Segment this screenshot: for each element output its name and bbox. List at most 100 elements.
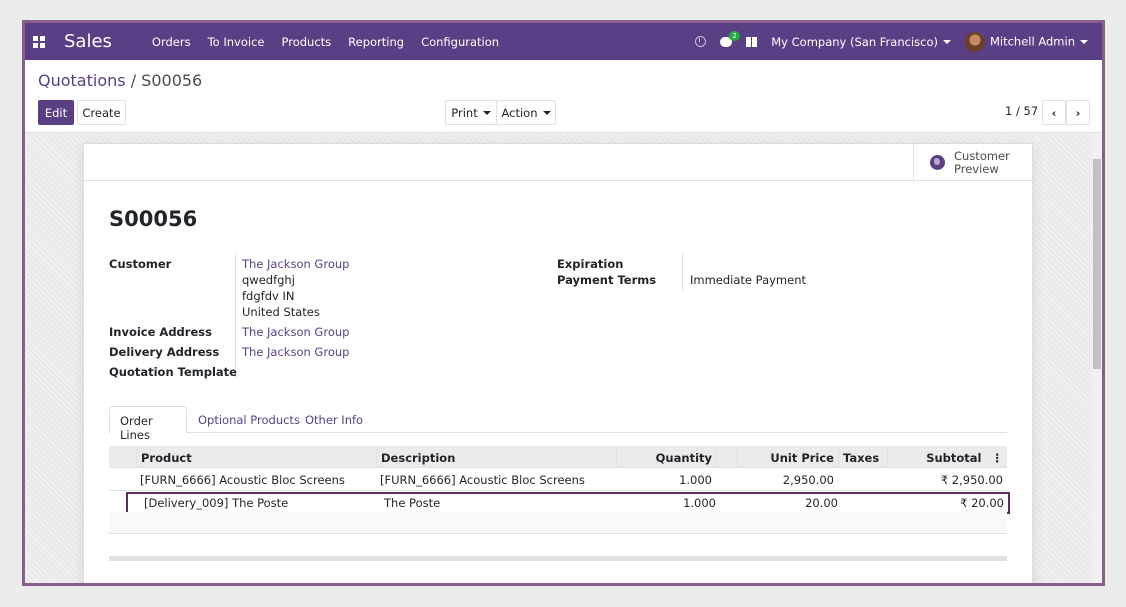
pager-value[interactable]: 1 / 57 [1005,104,1038,118]
column-product[interactable]: Product [136,446,376,468]
column-description[interactable]: Description [376,446,616,468]
print-label: Print [451,105,478,120]
avatar [964,31,985,52]
customer-preview-button[interactable]: Customer Preview [913,144,1032,181]
table-footer-bar [109,556,1007,561]
row-unit-price[interactable]: 2,950.00 [737,469,838,490]
tab-other-info[interactable]: Other Info [295,406,373,434]
chat-icon[interactable]: 2 [720,30,740,47]
tab-optional-products[interactable]: Optional Products [188,406,310,434]
customer-preview-label: Customer Preview [954,148,1010,176]
payment-terms-label: Payment Terms [557,273,657,287]
action-button[interactable]: Action [496,100,556,125]
menu-products[interactable]: Products [282,35,332,49]
delivery-address-link[interactable]: The Jackson Group [242,345,349,359]
scrollbar-thumb[interactable] [1093,159,1101,369]
column-quantity[interactable]: Quantity [616,446,716,468]
row-handle [128,494,140,512]
chevron-left-icon: ‹ [1051,105,1057,120]
chevron-down-icon [942,40,951,44]
breadcrumb-current: S00056 [141,71,203,90]
scrollbar[interactable] [1092,133,1102,583]
row-uom [720,494,741,512]
column-subtotal-header: Subtotal ⋮ [887,446,1007,468]
apps-menu-icon[interactable] [33,35,45,48]
customer-preview-label-line2: Preview [954,161,999,176]
table-row-selected[interactable]: [Delivery_009] The Poste The Poste 1.000… [126,492,1010,514]
row-product[interactable]: [FURN_6666] Acoustic Bloc Screens [136,469,376,490]
column-subtotal[interactable]: Subtotal [926,451,981,465]
payment-terms-value[interactable]: Immediate Payment [690,273,806,287]
customer-address-line: fdgfdv IN [242,289,295,303]
action-label: Action [501,105,538,120]
window-frame: Sales Orders To Invoice Products Reporti… [22,20,1105,586]
chat-badge: 2 [729,30,740,41]
company-name: My Company (San Francisco) [771,34,938,49]
app-title[interactable]: Sales [64,31,112,52]
chevron-down-icon [1080,39,1088,44]
notebook-tabs: Order Lines Optional Products Other Info [109,406,1007,442]
print-button[interactable]: Print [445,100,497,125]
breadcrumb: Quotations / S00056 [38,71,202,90]
table-row[interactable]: [FURN_6666] Acoustic Bloc Screens [FURN_… [109,469,1007,491]
quotation-template-label: Quotation Template [109,365,237,379]
column-options-icon[interactable]: ⋮ [992,451,1004,465]
expiration-label: Expiration [557,257,624,271]
customer-link[interactable]: The Jackson Group [242,257,349,271]
column-taxes[interactable]: Taxes [838,446,887,468]
button-box: Customer Preview [84,144,1032,181]
customer-address-line: qwedfghj [242,273,295,287]
row-taxes[interactable] [838,469,887,490]
right-group-divider [682,253,683,291]
order-lines-header: Product Description Quantity Unit Price … [109,446,1007,468]
breadcrumb-separator: / [130,71,137,90]
customer-preview-label-line1: Customer [954,148,1010,163]
pager-previous-button[interactable]: ‹ [1042,100,1066,125]
record-name: S00056 [109,207,198,231]
form-sheet: Customer Preview S00056 Customer The Jack… [83,143,1033,583]
menu-orders[interactable]: Orders [152,35,191,49]
gift-icon[interactable] [746,36,758,47]
delivery-address-label: Delivery Address [109,345,220,359]
row-quantity[interactable]: 1.000 [616,469,716,490]
globe-icon [930,155,945,170]
row-unit-price[interactable]: 20.00 [741,494,842,512]
control-panel: Quotations / S00056 Edit Create Print Ac… [25,60,1102,133]
menu-configuration[interactable]: Configuration [421,35,499,49]
user-menu[interactable]: Mitchell Admin [964,31,1088,52]
row-description[interactable]: [FURN_6666] Acoustic Bloc Screens [376,469,616,490]
breadcrumb-quotations[interactable]: Quotations [38,71,126,90]
handle-column-header [109,446,136,468]
empty-table-row [109,512,1007,534]
chevron-right-icon: › [1075,105,1081,120]
row-taxes[interactable] [842,494,891,512]
menu-reporting[interactable]: Reporting [348,35,404,49]
customer-label: Customer [109,257,172,271]
row-quantity[interactable]: 1.000 [620,494,720,512]
create-button[interactable]: Create [77,100,126,125]
row-product[interactable]: [Delivery_009] The Poste [140,494,380,512]
row-handle [109,469,136,490]
clock-icon[interactable] [695,36,707,47]
invoice-address-label: Invoice Address [109,325,212,339]
chevron-down-icon [482,110,491,115]
chevron-down-icon [542,110,551,115]
edit-button[interactable]: Edit [38,100,74,125]
row-description[interactable]: The Poste [380,494,620,512]
customer-address-line: United States [242,305,320,319]
pager-next-button[interactable]: › [1066,100,1090,125]
column-unit-price[interactable]: Unit Price [737,446,838,468]
left-group-divider [235,253,236,378]
user-name: Mitchell Admin [989,34,1075,48]
company-switcher[interactable]: My Company (San Francisco) [771,35,951,49]
tab-order-lines[interactable]: Order Lines [109,406,187,442]
main-menu: Orders To Invoice Products Reporting Con… [152,35,499,49]
row-subtotal: ₹ 2,950.00 [940,473,1003,487]
row-subtotal: ₹ 20.00 [960,496,1004,510]
row-uom [716,469,737,490]
top-navbar: Sales Orders To Invoice Products Reporti… [25,23,1102,60]
systray: 2 My Company (San Francisco) Mitchell Ad… [695,30,1102,52]
invoice-address-link[interactable]: The Jackson Group [242,325,349,339]
form-content: Customer Preview S00056 Customer The Jack… [25,133,1102,583]
menu-to-invoice[interactable]: To Invoice [208,35,265,49]
